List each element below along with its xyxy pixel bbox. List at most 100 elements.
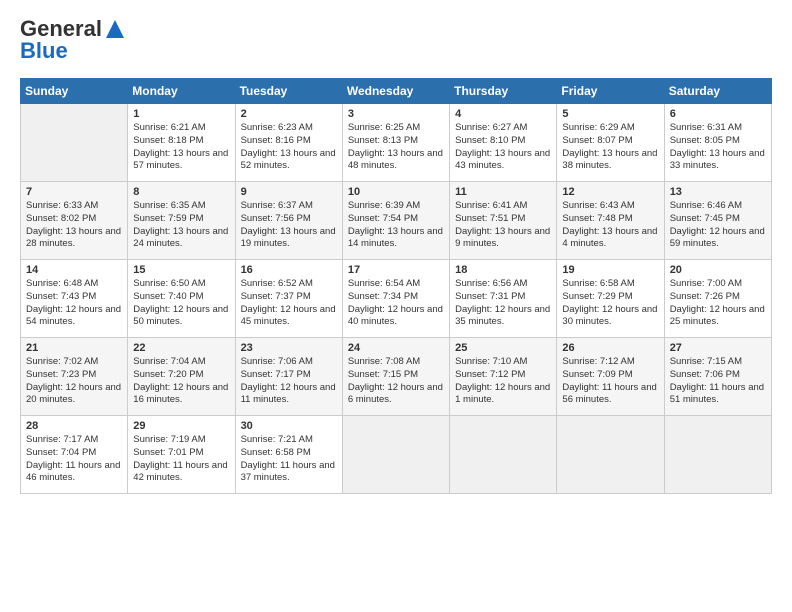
calendar-day-cell: 2Sunrise: 6:23 AMSunset: 8:16 PMDaylight… (235, 104, 342, 182)
day-info: Sunrise: 7:10 AMSunset: 7:12 PMDaylight:… (455, 356, 551, 407)
day-info: Sunrise: 7:17 AMSunset: 7:04 PMDaylight:… (26, 434, 122, 485)
calendar-day-cell (557, 416, 664, 494)
day-info: Sunrise: 6:37 AMSunset: 7:56 PMDaylight:… (241, 200, 337, 251)
day-info: Sunrise: 6:58 AMSunset: 7:29 PMDaylight:… (562, 278, 658, 329)
day-number: 4 (455, 108, 551, 120)
calendar-day-cell: 8 Sunrise: 6:35 AMSunset: 7:59 PMDaylight… (128, 182, 235, 260)
day-info: Sunrise: 7:15 AMSunset: 7:06 PMDaylight:… (670, 356, 766, 407)
day-number: 25 (455, 342, 551, 354)
calendar-day-cell: 17 Sunrise: 6:54 AMSunset: 7:34 PMDayligh… (342, 260, 449, 338)
day-info: Sunrise: 6:56 AMSunset: 7:31 PMDaylight:… (455, 278, 551, 329)
day-info: Sunrise: 6:43 AMSunset: 7:48 PMDaylight:… (562, 200, 658, 251)
day-number: 28 (26, 420, 122, 432)
calendar-week-row: 7 Sunrise: 6:33 AMSunset: 8:02 PMDaylight… (21, 182, 772, 260)
day-number: 8 (133, 186, 229, 198)
day-number: 12 (562, 186, 658, 198)
weekday-header: Friday (557, 79, 664, 104)
calendar-week-row: 28 Sunrise: 7:17 AMSunset: 7:04 PMDayligh… (21, 416, 772, 494)
calendar-day-cell (342, 416, 449, 494)
day-number: 15 (133, 264, 229, 276)
calendar-day-cell: 6 Sunrise: 6:31 AMSunset: 8:05 PMDaylight… (664, 104, 771, 182)
day-info: Sunrise: 7:06 AMSunset: 7:17 PMDaylight:… (241, 356, 337, 407)
calendar-day-cell: 1 Sunrise: 6:21 AMSunset: 8:18 PMDaylight… (128, 104, 235, 182)
calendar-day-cell: 28 Sunrise: 7:17 AMSunset: 7:04 PMDayligh… (21, 416, 128, 494)
calendar-day-cell: 10 Sunrise: 6:39 AMSunset: 7:54 PMDayligh… (342, 182, 449, 260)
calendar-day-cell: 20 Sunrise: 7:00 AMSunset: 7:26 PMDayligh… (664, 260, 771, 338)
logo: General Blue (20, 16, 126, 64)
day-info: Sunrise: 6:29 AMSunset: 8:07 PMDaylight:… (562, 122, 658, 173)
day-number: 23 (241, 342, 337, 354)
day-info: Sunrise: 6:33 AMSunset: 8:02 PMDaylight:… (26, 200, 122, 251)
day-number: 2 (241, 108, 337, 120)
day-number: 27 (670, 342, 766, 354)
day-info: Sunrise: 6:21 AMSunset: 8:18 PMDaylight:… (133, 122, 229, 173)
calendar-day-cell (21, 104, 128, 182)
day-number: 26 (562, 342, 658, 354)
day-info: Sunrise: 7:00 AMSunset: 7:26 PMDaylight:… (670, 278, 766, 329)
weekday-header: Monday (128, 79, 235, 104)
calendar-day-cell: 12 Sunrise: 6:43 AMSunset: 7:48 PMDayligh… (557, 182, 664, 260)
day-info: Sunrise: 6:25 AMSunset: 8:13 PMDaylight:… (348, 122, 444, 173)
calendar-day-cell (450, 416, 557, 494)
calendar-day-cell: 21Sunrise: 7:02 AMSunset: 7:23 PMDayligh… (21, 338, 128, 416)
calendar-day-cell: 3 Sunrise: 6:25 AMSunset: 8:13 PMDaylight… (342, 104, 449, 182)
day-number: 20 (670, 264, 766, 276)
day-number: 9 (241, 186, 337, 198)
day-info: Sunrise: 6:27 AMSunset: 8:10 PMDaylight:… (455, 122, 551, 173)
day-number: 17 (348, 264, 444, 276)
calendar-table: SundayMondayTuesdayWednesdayThursdayFrid… (20, 78, 772, 494)
day-info: Sunrise: 6:54 AMSunset: 7:34 PMDaylight:… (348, 278, 444, 329)
day-number: 19 (562, 264, 658, 276)
calendar-day-cell: 13Sunrise: 6:46 AMSunset: 7:45 PMDayligh… (664, 182, 771, 260)
calendar-day-cell: 11 Sunrise: 6:41 AMSunset: 7:51 PMDayligh… (450, 182, 557, 260)
day-info: Sunrise: 6:52 AMSunset: 7:37 PMDaylight:… (241, 278, 337, 329)
day-number: 7 (26, 186, 122, 198)
day-number: 22 (133, 342, 229, 354)
day-info: Sunrise: 6:48 AMSunset: 7:43 PMDaylight:… (26, 278, 122, 329)
page-container: General Blue SundayMondayTuesdayWednesda… (0, 0, 792, 504)
day-number: 16 (241, 264, 337, 276)
calendar-day-cell: 25 Sunrise: 7:10 AMSunset: 7:12 PMDayligh… (450, 338, 557, 416)
day-info: Sunrise: 7:04 AMSunset: 7:20 PMDaylight:… (133, 356, 229, 407)
day-info: Sunrise: 7:19 AMSunset: 7:01 PMDaylight:… (133, 434, 229, 485)
day-number: 10 (348, 186, 444, 198)
day-number: 3 (348, 108, 444, 120)
calendar-day-cell: 30 Sunrise: 7:21 AMSunset: 6:58 PMDayligh… (235, 416, 342, 494)
calendar-day-cell: 15Sunrise: 6:50 AMSunset: 7:40 PMDayligh… (128, 260, 235, 338)
day-number: 5 (562, 108, 658, 120)
day-info: Sunrise: 6:46 AMSunset: 7:45 PMDaylight:… (670, 200, 766, 251)
day-number: 30 (241, 420, 337, 432)
day-info: Sunrise: 6:35 AMSunset: 7:59 PMDaylight:… (133, 200, 229, 251)
calendar-day-cell: 24 Sunrise: 7:08 AMSunset: 7:15 PMDayligh… (342, 338, 449, 416)
day-number: 14 (26, 264, 122, 276)
calendar-day-cell: 29Sunrise: 7:19 AMSunset: 7:01 PMDayligh… (128, 416, 235, 494)
day-info: Sunrise: 6:41 AMSunset: 7:51 PMDaylight:… (455, 200, 551, 251)
day-info: Sunrise: 7:08 AMSunset: 7:15 PMDaylight:… (348, 356, 444, 407)
day-number: 21 (26, 342, 122, 354)
weekday-header: Sunday (21, 79, 128, 104)
logo-icon (104, 18, 126, 40)
calendar-day-cell: 16 Sunrise: 6:52 AMSunset: 7:37 PMDayligh… (235, 260, 342, 338)
calendar-day-cell: 14 Sunrise: 6:48 AMSunset: 7:43 PMDayligh… (21, 260, 128, 338)
day-info: Sunrise: 6:39 AMSunset: 7:54 PMDaylight:… (348, 200, 444, 251)
calendar-day-cell: 23 Sunrise: 7:06 AMSunset: 7:17 PMDayligh… (235, 338, 342, 416)
day-number: 11 (455, 186, 551, 198)
calendar-week-row: 1 Sunrise: 6:21 AMSunset: 8:18 PMDaylight… (21, 104, 772, 182)
calendar-day-cell: 26 Sunrise: 7:12 AMSunset: 7:09 PMDayligh… (557, 338, 664, 416)
day-info: Sunrise: 6:31 AMSunset: 8:05 PMDaylight:… (670, 122, 766, 173)
day-number: 18 (455, 264, 551, 276)
day-info: Sunrise: 7:12 AMSunset: 7:09 PMDaylight:… (562, 356, 658, 407)
header-row: SundayMondayTuesdayWednesdayThursdayFrid… (21, 79, 772, 104)
calendar-week-row: 14 Sunrise: 6:48 AMSunset: 7:43 PMDayligh… (21, 260, 772, 338)
day-number: 24 (348, 342, 444, 354)
weekday-header: Thursday (450, 79, 557, 104)
calendar-day-cell: 9 Sunrise: 6:37 AMSunset: 7:56 PMDaylight… (235, 182, 342, 260)
day-number: 6 (670, 108, 766, 120)
day-info: Sunrise: 7:21 AMSunset: 6:58 PMDaylight:… (241, 434, 337, 485)
calendar-day-cell (664, 416, 771, 494)
day-number: 1 (133, 108, 229, 120)
calendar-week-row: 21Sunrise: 7:02 AMSunset: 7:23 PMDayligh… (21, 338, 772, 416)
calendar-day-cell: 7 Sunrise: 6:33 AMSunset: 8:02 PMDaylight… (21, 182, 128, 260)
weekday-header: Wednesday (342, 79, 449, 104)
calendar-day-cell: 19 Sunrise: 6:58 AMSunset: 7:29 PMDayligh… (557, 260, 664, 338)
